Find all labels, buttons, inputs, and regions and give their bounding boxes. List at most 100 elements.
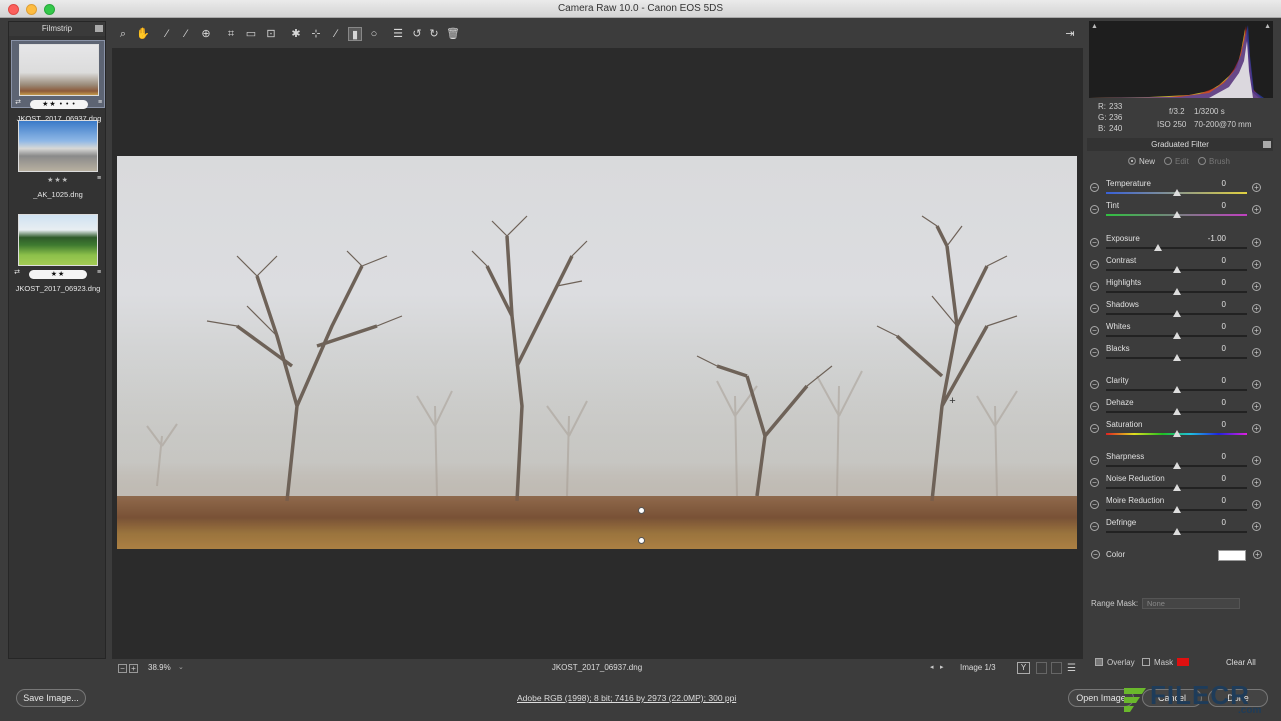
rating-stars[interactable]: ★★ • • • [30,100,88,109]
copy-settings-icon[interactable] [1051,662,1062,674]
slider-thumb[interactable] [1173,506,1181,513]
filmstrip-menu-icon[interactable] [95,25,103,32]
slider-thumb[interactable] [1173,528,1181,535]
minus-icon[interactable]: − [1090,478,1099,487]
overlay-checkbox[interactable] [1095,658,1103,666]
toggle-settings-icon[interactable]: ☰ [1067,663,1076,674]
minus-icon[interactable]: − [1090,456,1099,465]
workflow-options-link[interactable]: Adobe RGB (1998); 8 bit; 7416 by 2973 (2… [517,693,736,703]
slider-thumb[interactable] [1173,288,1181,295]
spot-removal-icon[interactable]: ✱ [289,27,303,41]
slider-value[interactable]: -1.00 [1191,234,1226,243]
fullscreen-icon[interactable]: ⇥ [1063,27,1077,41]
minus-icon[interactable]: − [1090,260,1099,269]
color-swatch[interactable] [1218,550,1246,561]
graduated-filter-start-pin[interactable] [638,507,645,514]
crop-icon[interactable]: ⌗ [224,27,238,41]
mask-color-swatch[interactable] [1177,658,1189,666]
slider-value[interactable]: 0 [1191,278,1226,287]
plus-icon[interactable]: + [1252,282,1261,291]
slider-exposure[interactable]: −Exposure-1.00+ [1087,234,1267,254]
graduated-filter-icon[interactable]: ▮ [348,27,362,41]
plus-icon[interactable]: + [1252,380,1261,389]
zoom-dropdown-icon[interactable]: ⌄ [178,663,184,671]
slider-thumb[interactable] [1173,211,1181,218]
clear-all-button[interactable]: Clear All [1226,658,1256,667]
slider-value[interactable]: 0 [1191,474,1226,483]
color-sampler-icon[interactable]: ⁄ [179,27,193,41]
image-preview-area[interactable]: + [112,48,1083,659]
minus-icon[interactable]: − [1090,522,1099,531]
slider-value[interactable]: 0 [1191,496,1226,505]
mode-brush-radio[interactable]: Brush [1198,157,1230,166]
filmstrip-item[interactable]: ⇄ ★★ • • • ≡ JKOST_2017_06937.dng [11,40,105,108]
slider-value[interactable]: 0 [1191,420,1226,429]
minus-icon[interactable]: − [1090,326,1099,335]
minus-icon[interactable]: − [1090,500,1099,509]
range-mask-select[interactable]: None [1142,598,1240,609]
slider-thumb[interactable] [1173,462,1181,469]
hand-icon[interactable]: ✋ [136,27,150,41]
slider-value[interactable]: 0 [1191,344,1226,353]
save-image-button[interactable]: Save Image... [16,689,86,707]
plus-icon[interactable]: + [1252,478,1261,487]
filmstrip-item[interactable]: ⇄ ★★ ≡ JKOST_2017_06923.dng [11,211,105,279]
slider-thumb[interactable] [1173,386,1181,393]
rating-stars[interactable]: ★★ [29,270,87,279]
plus-icon[interactable]: + [1252,326,1261,335]
swap-settings-icon[interactable] [1036,662,1047,674]
slider-dehaze[interactable]: −Dehaze0+ [1087,398,1267,418]
mask-checkbox[interactable] [1142,658,1150,666]
plus-icon[interactable]: + [1252,304,1261,313]
slider-thumb[interactable] [1154,244,1162,251]
slider-noise-reduction[interactable]: −Noise Reduction0+ [1087,474,1267,494]
slider-whites[interactable]: −Whites0+ [1087,322,1267,342]
zoom-level[interactable]: 38.9% [148,663,171,672]
zoom-in-button[interactable]: + [129,664,138,673]
next-image-button[interactable]: ▸ [940,663,944,671]
mode-new-radio[interactable]: New [1128,157,1155,166]
slider-thumb[interactable] [1173,332,1181,339]
plus-icon[interactable]: + [1252,424,1261,433]
radial-filter-icon[interactable]: ○ [367,27,381,41]
panel-menu-icon[interactable] [1263,141,1271,148]
slider-value[interactable]: 0 [1191,452,1226,461]
close-window-button[interactable] [8,4,19,15]
plus-icon[interactable]: + [1252,238,1261,247]
zoom-window-button[interactable] [44,4,55,15]
slider-thumb[interactable] [1173,430,1181,437]
slider-blacks[interactable]: −Blacks0+ [1087,344,1267,364]
plus-icon[interactable]: + [1252,183,1261,192]
red-eye-icon[interactable]: ⊹ [309,27,323,41]
rating-stars[interactable]: ★★★ [29,176,87,185]
adjustment-brush-icon[interactable]: ∕ [329,27,343,41]
minus-icon[interactable]: − [1090,238,1099,247]
minus-icon[interactable]: − [1090,424,1099,433]
slider-value[interactable]: 0 [1191,300,1226,309]
plus-icon[interactable]: + [1252,500,1261,509]
slider-shadows[interactable]: −Shadows0+ [1087,300,1267,320]
zoom-icon[interactable]: ⌕ [116,27,130,41]
slider-highlights[interactable]: −Highlights0+ [1087,278,1267,298]
slider-tint[interactable]: −Tint0+ [1087,201,1267,221]
slider-thumb[interactable] [1173,354,1181,361]
before-after-toggle[interactable]: Y [1017,662,1030,674]
filmstrip-item[interactable]: ★★★ ≡ _AK_1025.dng [11,117,105,185]
minimize-window-button[interactable] [26,4,37,15]
rotate-ccw-icon[interactable]: ↺ [410,27,424,41]
plus-icon[interactable]: + [1252,205,1261,214]
color-minus-icon[interactable]: − [1091,550,1100,559]
slider-thumb[interactable] [1173,484,1181,491]
preferences-icon[interactable]: ☰ [391,27,405,41]
plus-icon[interactable]: + [1252,348,1261,357]
slider-defringe[interactable]: −Defringe0+ [1087,518,1267,538]
minus-icon[interactable]: − [1090,282,1099,291]
white-balance-icon[interactable]: ⁄ [160,27,174,41]
graduated-filter-end-pin[interactable] [638,537,645,544]
slider-thumb[interactable] [1173,310,1181,317]
minus-icon[interactable]: − [1090,348,1099,357]
slider-value[interactable]: 0 [1191,376,1226,385]
plus-icon[interactable]: + [1252,456,1261,465]
plus-icon[interactable]: + [1252,260,1261,269]
mode-edit-radio[interactable]: Edit [1164,157,1189,166]
